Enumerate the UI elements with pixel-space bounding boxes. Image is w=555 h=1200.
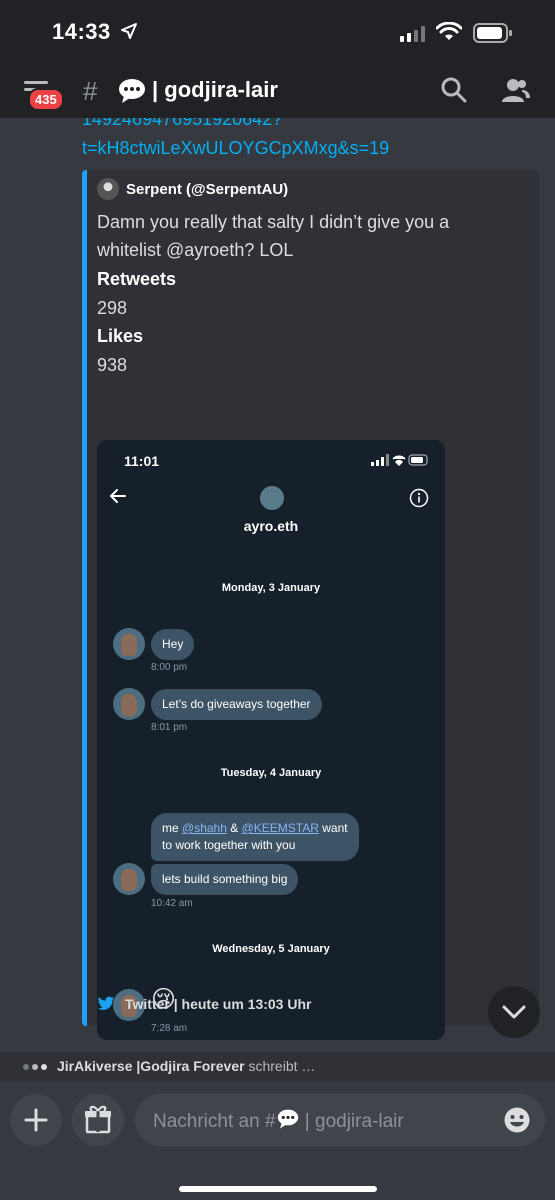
add-attachment-button[interactable] <box>10 1094 62 1146</box>
typing-indicator: JirAkiverse |Godjira Forever schreibt … <box>0 1052 555 1082</box>
tweet-link-line2[interactable]: t=kH8ctwiLeXwULOYGCpXMxg&s=19 <box>82 138 389 159</box>
field-name-retweets: Retweets <box>97 269 177 289</box>
info-icon <box>409 488 429 508</box>
typing-user: JirAkiverse |Godjira Forever <box>57 1058 245 1074</box>
twitter-embed: Serpent (@SerpentAU) Damn you really tha… <box>82 170 539 1040</box>
typing-suffix: schreibt … <box>244 1058 316 1074</box>
message-list[interactable]: 1492469476951920642? t=kH8ctwiLeXwULOYGC… <box>0 118 555 1048</box>
channel-header: 435 # | godjira-lair <box>0 70 555 118</box>
twitter-icon <box>97 996 115 1010</box>
embed-footer-text: Twitter | heute um 13:03 Uhr <box>125 996 312 1012</box>
field-name-likes: Likes <box>97 326 144 346</box>
dm-message-3: me @shahh & @KEEMSTAR want to work toget… <box>151 813 359 861</box>
dm-timestamp-4: 10:42 am <box>151 898 193 909</box>
msg3-text: want <box>318 821 348 835</box>
msg3-text-line2: to work together with you <box>162 838 296 852</box>
channel-hash-icon: # <box>83 76 98 106</box>
field-value-retweets: 298 <box>97 298 128 318</box>
search-icon[interactable] <box>440 76 468 104</box>
members-icon[interactable] <box>500 76 530 104</box>
status-time: 14:33 <box>52 19 111 44</box>
placeholder-text: Nachricht an # <box>153 1111 276 1132</box>
placeholder-text: | godjira-lair <box>299 1111 404 1132</box>
back-arrow-icon <box>109 489 126 503</box>
date-divider-1: Monday, 3 January <box>221 582 321 594</box>
plus-icon <box>24 1108 48 1132</box>
jump-to-present-button[interactable] <box>488 986 540 1038</box>
msg3-text: me <box>162 821 183 835</box>
author-avatar <box>97 178 119 200</box>
tweet-link-line1[interactable]: 1492469476951920642? <box>82 118 282 130</box>
dm-avatar <box>113 688 145 720</box>
screenshot-contact-avatar <box>260 486 284 510</box>
embed-description: Damn you really that salty I didn’t give… <box>97 212 450 260</box>
battery-icon <box>473 23 512 43</box>
mention-keemstar[interactable]: @KEEMSTAR <box>242 821 319 835</box>
screenshot-time: 11:01 <box>124 453 160 469</box>
typing-dots-icon <box>23 1064 47 1070</box>
chevron-down-icon <box>502 1005 526 1019</box>
typing-text: JirAkiverse |Godjira Forever schreibt … <box>57 1058 315 1074</box>
home-indicator[interactable] <box>179 1186 377 1192</box>
dm-avatar <box>113 628 145 660</box>
screenshot-status-icon <box>371 454 428 466</box>
speech-bubble-icon <box>277 1109 298 1129</box>
wifi-icon <box>436 22 462 40</box>
dm-message-4: lets build something big <box>151 864 299 895</box>
emoji-icon[interactable] <box>503 1106 531 1134</box>
date-divider-2: Tuesday, 4 January <box>220 767 322 779</box>
field-value-likes: 938 <box>97 355 128 375</box>
embed-author[interactable]: Serpent (@SerpentAU) <box>97 178 288 200</box>
speech-bubble-icon <box>119 79 145 103</box>
msg3-text: & <box>226 821 242 835</box>
dm-message-2: Let’s do giveaways together <box>151 689 322 720</box>
dm-timestamp-2: 8:01 pm <box>151 722 188 733</box>
screenshot-contact-name: ayro.eth <box>243 518 299 534</box>
channel-name: | godjira-lair <box>152 77 278 102</box>
unread-badge: 435 <box>28 88 64 111</box>
author-name[interactable]: Serpent (@SerpentAU) <box>126 181 288 198</box>
status-bar: 14:33 <box>0 0 555 70</box>
embed-image[interactable]: 11:01 ayro.eth Monday, 3 January Hey 8:0… <box>97 440 445 1040</box>
dm-timestamp-1: 8:00 pm <box>151 662 188 673</box>
gift-icon <box>85 1105 111 1134</box>
gift-button[interactable] <box>72 1094 124 1146</box>
dm-message-1: Hey <box>151 629 195 660</box>
message-input-placeholder: Nachricht an # | godjira-lair <box>153 1108 404 1133</box>
dm-timestamp-5: 7:28 am <box>151 1023 188 1034</box>
dm-avatar <box>113 863 145 895</box>
date-divider-3: Wednesday, 5 January <box>212 943 330 955</box>
embed-footer: Twitter | heute um 13:03 Uhr <box>97 996 311 1012</box>
message-composer: Nachricht an # | godjira-lair <box>0 1082 555 1200</box>
signal-icon <box>400 26 425 42</box>
mention-shahh[interactable]: @shahh <box>182 821 227 835</box>
location-arrow-icon <box>121 23 137 39</box>
